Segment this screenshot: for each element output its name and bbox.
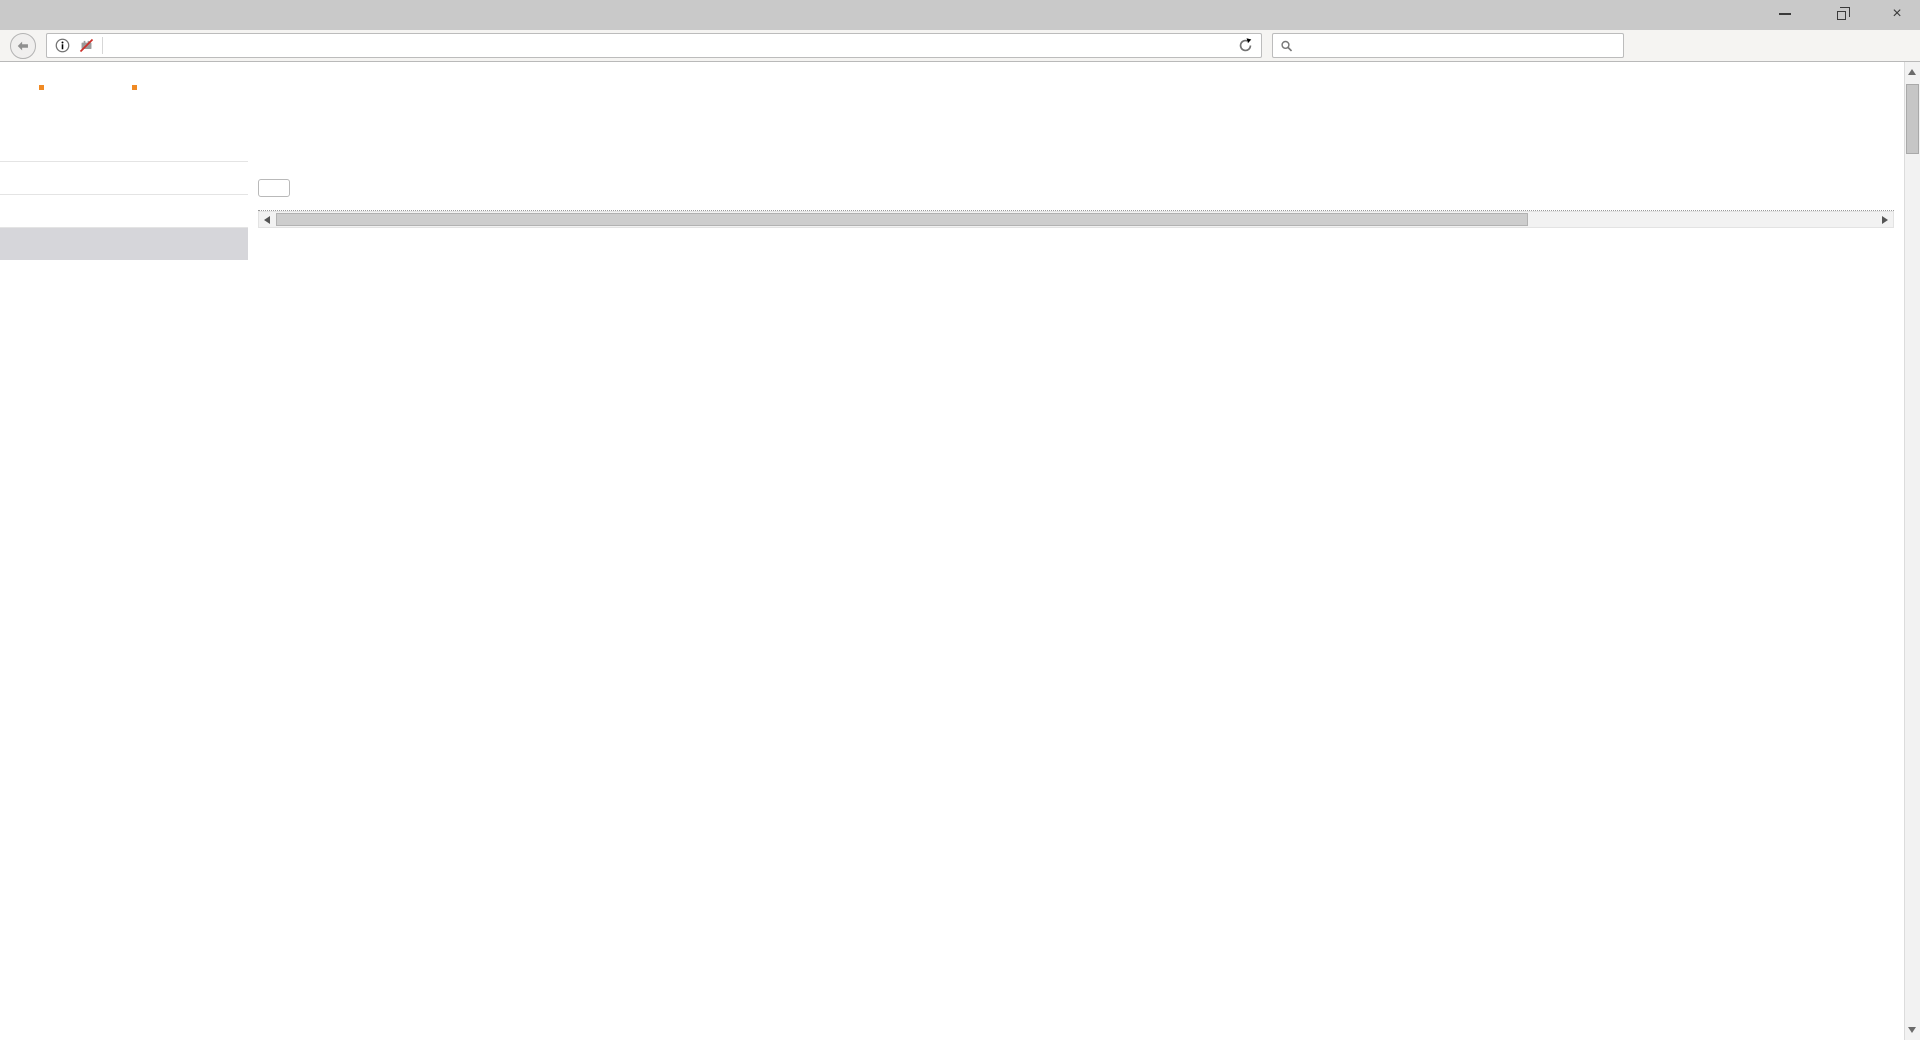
horizontal-scrollbar[interactable] <box>258 211 1894 228</box>
scroll-down-arrow[interactable] <box>1908 1027 1916 1033</box>
browser-search-input[interactable] <box>1299 38 1616 53</box>
close-button[interactable]: × <box>1884 4 1910 24</box>
search-button[interactable] <box>258 179 290 197</box>
main-content <box>248 145 1904 1040</box>
restore-button[interactable] <box>1828 4 1854 24</box>
browser-search-box[interactable] <box>1272 33 1624 58</box>
horizontal-scroll-thumb[interactable] <box>276 213 1528 226</box>
tab-strip <box>24 0 1920 30</box>
sidebar-section-menu-pomocnicze[interactable] <box>0 227 248 260</box>
reload-icon[interactable] <box>1237 37 1254 54</box>
scroll-left-arrow[interactable] <box>264 216 270 224</box>
vertical-scrollbar[interactable] <box>1904 62 1920 1040</box>
sidebar-section-pomoc[interactable] <box>0 161 248 194</box>
url-separator <box>102 37 103 54</box>
site-info-icon[interactable] <box>54 37 71 54</box>
browser-tab-bar: × <box>0 0 1920 30</box>
scroll-right-arrow[interactable] <box>1882 216 1888 224</box>
sidebar-section-portal[interactable] <box>0 194 248 227</box>
window-controls: × <box>1772 0 1910 28</box>
vertical-scroll-thumb[interactable] <box>1906 84 1919 154</box>
browser-navbar <box>0 30 1920 62</box>
sidebar <box>0 145 248 1040</box>
minimize-button[interactable] <box>1772 4 1798 24</box>
back-button[interactable] <box>10 33 36 59</box>
plugin-blocked-icon[interactable] <box>78 37 95 54</box>
scroll-up-arrow[interactable] <box>1908 69 1916 75</box>
new-tab-button[interactable] <box>664 3 694 27</box>
sidebar-sections <box>0 161 248 260</box>
search-icon <box>1280 39 1293 53</box>
url-bar[interactable] <box>46 33 1262 58</box>
app-header <box>0 62 1904 145</box>
